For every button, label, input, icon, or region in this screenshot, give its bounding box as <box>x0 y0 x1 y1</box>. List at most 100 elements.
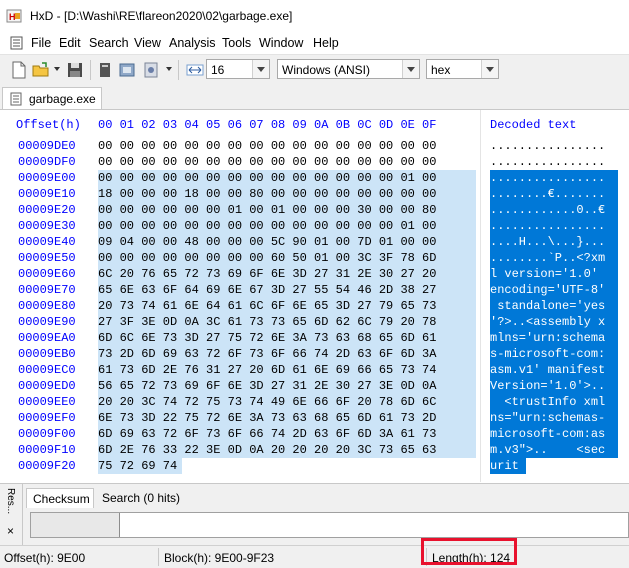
row-decoded-text[interactable]: ................ <box>490 154 618 170</box>
row-hex-bytes[interactable]: 18 00 00 00 18 00 00 80 00 00 00 00 00 0… <box>98 186 476 202</box>
tab-search-results[interactable]: Search (0 hits) <box>96 488 180 508</box>
row-decoded-text[interactable]: mlns='urn:schema <box>490 330 618 346</box>
hex-row[interactable]: 00009E20 00 00 00 00 00 00 01 00 01 00 00… <box>0 202 629 218</box>
row-decoded-text[interactable]: asm.v1' manifest <box>490 362 618 378</box>
menu-window[interactable]: Window <box>259 36 303 50</box>
row-decoded-text[interactable]: ns="urn:schemas- <box>490 410 618 426</box>
close-icon[interactable]: × <box>7 524 14 538</box>
row-offset: 00009E10 <box>18 187 76 201</box>
bytes-per-row-select[interactable]: 16 <box>206 59 270 79</box>
hex-row[interactable]: 00009E00 00 00 00 00 00 00 00 00 00 00 00… <box>0 170 629 186</box>
hex-row[interactable]: 00009EA0 6D 6C 6E 73 3D 27 75 72 6E 3A 73… <box>0 330 629 346</box>
row-decoded-text[interactable]: ................ <box>490 170 618 186</box>
row-hex-bytes[interactable]: 6E 73 3D 22 75 72 6E 3A 73 63 68 65 6D 6… <box>98 410 476 426</box>
hex-row[interactable]: 00009E10 18 00 00 00 18 00 00 80 00 00 00… <box>0 186 629 202</box>
row-decoded-text[interactable]: s-microsoft-com: <box>490 346 618 362</box>
hex-row[interactable]: 00009EE0 20 20 3C 74 72 75 73 74 49 6E 66… <box>0 394 629 410</box>
chevron-down-icon[interactable] <box>252 60 269 78</box>
disk-editor-icon[interactable] <box>96 61 114 79</box>
row-decoded-text[interactable]: ............0..€ <box>490 202 618 218</box>
row-hex-bytes[interactable]: 73 2D 6D 69 63 72 6F 73 6F 66 74 2D 63 6… <box>98 346 476 362</box>
row-hex-bytes[interactable]: 00 00 00 00 00 00 00 00 00 00 00 00 00 0… <box>98 138 476 154</box>
row-hex-bytes[interactable]: 27 3F 3E 0D 0A 3C 61 73 73 65 6D 62 6C 7… <box>98 314 476 330</box>
row-decoded-text[interactable]: <trustInfo xml <box>490 394 618 410</box>
row-decoded-text[interactable]: l version='1.0' <box>490 266 618 282</box>
hex-row[interactable]: 00009ED0 56 65 72 73 69 6F 6E 3D 27 31 2E… <box>0 378 629 394</box>
row-decoded-text[interactable]: ................ <box>490 138 618 154</box>
row-hex-bytes[interactable]: 00 00 00 00 00 00 00 00 60 50 01 00 3C 3… <box>98 250 476 266</box>
hex-row[interactable]: 00009DE0 00 00 00 00 00 00 00 00 00 00 00… <box>0 138 629 154</box>
menu-edit[interactable]: Edit <box>59 36 81 50</box>
row-decoded-text[interactable]: m.v3">.. <sec <box>490 442 618 458</box>
row-decoded-text[interactable]: ....H...\...}... <box>490 234 618 250</box>
hex-row[interactable]: 00009E80 20 73 74 61 6E 64 61 6C 6F 6E 65… <box>0 298 629 314</box>
menu-file[interactable]: File <box>31 36 51 50</box>
row-hex-bytes[interactable]: 6D 6C 6E 73 3D 27 75 72 6E 3A 73 63 68 6… <box>98 330 476 346</box>
charset-select[interactable]: Windows (ANSI) <box>277 59 420 79</box>
checksum-results-area[interactable] <box>30 512 629 538</box>
hex-row[interactable]: 00009E90 27 3F 3E 0D 0A 3C 61 73 73 65 6D… <box>0 314 629 330</box>
offset-base-select[interactable]: hex <box>426 59 499 79</box>
menu-view[interactable]: View <box>134 36 161 50</box>
menu-help[interactable]: Help <box>313 36 339 50</box>
row-decoded-text[interactable]: urit <box>490 458 526 474</box>
hex-row[interactable]: 00009EC0 61 73 6D 2E 76 31 27 20 6D 61 6E… <box>0 362 629 378</box>
tab-garbage-exe[interactable]: garbage.exe <box>2 87 102 109</box>
row-hex-bytes[interactable]: 00 00 00 00 00 00 00 00 00 00 00 00 00 0… <box>98 218 476 234</box>
hex-editor-view[interactable]: Offset(h) 00 01 02 03 04 05 06 07 08 09 … <box>0 110 629 482</box>
hex-row[interactable]: 00009F10 6D 2E 76 33 22 3E 0D 0A 20 20 20… <box>0 442 629 458</box>
row-decoded-text[interactable]: microsoft-com:as <box>490 426 618 442</box>
open-dropdown-icon[interactable] <box>54 67 60 71</box>
row-hex-bytes[interactable]: 20 20 3C 74 72 75 73 74 49 6E 66 6F 20 7… <box>98 394 476 410</box>
row-hex-bytes[interactable]: 09 04 00 00 48 00 00 00 5C 90 01 00 7D 0… <box>98 234 476 250</box>
row-decoded-text[interactable]: standalone='yes <box>490 298 618 314</box>
menu-search[interactable]: Search <box>89 36 129 50</box>
row-decoded-text[interactable]: ........€....... <box>490 186 618 202</box>
hex-row[interactable]: 00009E30 00 00 00 00 00 00 00 00 00 00 00… <box>0 218 629 234</box>
row-decoded-text[interactable]: ........`P..<?xm <box>490 250 618 266</box>
tab-checksum[interactable]: Checksum <box>26 488 94 508</box>
row-decoded-text[interactable]: encoding='UTF-8' <box>490 282 618 298</box>
open-folder-icon[interactable] <box>32 61 50 79</box>
results-side-tab[interactable]: Res... × <box>0 484 23 546</box>
row-decoded-text[interactable]: ................ <box>490 218 618 234</box>
hex-row[interactable]: 00009E40 09 04 00 00 48 00 00 00 5C 90 01… <box>0 234 629 250</box>
new-file-icon[interactable] <box>10 61 28 79</box>
row-decoded-text[interactable]: Version='1.0'>.. <box>490 378 618 394</box>
row-hex-bytes[interactable]: 65 6E 63 6F 64 69 6E 67 3D 27 55 54 46 2… <box>98 282 476 298</box>
hex-row[interactable]: 00009F20 75 72 69 74 urit <box>0 458 629 474</box>
hex-row[interactable]: 00009EB0 73 2D 6D 69 63 72 6F 73 6F 66 74… <box>0 346 629 362</box>
chevron-down-icon[interactable] <box>402 60 419 78</box>
hex-row[interactable]: 00009E70 65 6E 63 6F 64 69 6E 67 3D 27 55… <box>0 282 629 298</box>
row-hex-bytes[interactable]: 56 65 72 73 69 6F 6E 3D 27 31 2E 30 27 3… <box>98 378 476 394</box>
row-offset: 00009EE0 <box>18 395 76 409</box>
row-offset: 00009E40 <box>18 235 76 249</box>
row-hex-bytes[interactable]: 61 73 6D 2E 76 31 27 20 6D 61 6E 69 66 6… <box>98 362 476 378</box>
hex-row[interactable]: 00009E50 00 00 00 00 00 00 00 00 60 50 01… <box>0 250 629 266</box>
status-bar: Offset(h): 9E00 Block(h): 9E00-9F23 Leng… <box>0 545 629 568</box>
hex-row[interactable]: 00009F00 6D 69 63 72 6F 73 6F 66 74 2D 63… <box>0 426 629 442</box>
row-offset: 00009F10 <box>18 443 76 457</box>
row-decoded-text[interactable]: '?>..<assembly x <box>490 314 618 330</box>
hex-row[interactable]: 00009DF0 00 00 00 00 00 00 00 00 00 00 00… <box>0 154 629 170</box>
menu-tools[interactable]: Tools <box>222 36 251 50</box>
row-hex-bytes[interactable]: 00 00 00 00 00 00 01 00 01 00 00 00 30 0… <box>98 202 476 218</box>
hex-row[interactable]: 00009E60 6C 20 76 65 72 73 69 6F 6E 3D 27… <box>0 266 629 282</box>
row-hex-bytes[interactable]: 00 00 00 00 00 00 00 00 00 00 00 00 00 0… <box>98 170 476 186</box>
row-hex-bytes[interactable]: 00 00 00 00 00 00 00 00 00 00 00 00 00 0… <box>98 154 476 170</box>
row-hex-bytes[interactable]: 6D 2E 76 33 22 3E 0D 0A 20 20 20 20 3C 7… <box>98 442 476 458</box>
document-menu-icon[interactable] <box>10 36 24 50</box>
disk-dropdown-icon[interactable] <box>166 67 172 71</box>
chevron-down-icon[interactable] <box>481 60 498 78</box>
ram-editor-icon[interactable] <box>118 61 136 79</box>
hex-row[interactable]: 00009EF0 6E 73 3D 22 75 72 6E 3A 73 63 68… <box>0 410 629 426</box>
row-hex-bytes[interactable]: 6D 69 63 72 6F 73 6F 66 74 2D 63 6F 6D 3… <box>98 426 476 442</box>
save-icon[interactable] <box>66 61 84 79</box>
bytes-per-row-icon <box>186 64 204 76</box>
open-disk-image-icon[interactable] <box>142 61 160 79</box>
row-hex-bytes[interactable]: 20 73 74 61 6E 64 61 6C 6F 6E 65 3D 27 7… <box>98 298 476 314</box>
row-hex-bytes[interactable]: 6C 20 76 65 72 73 69 6F 6E 3D 27 31 2E 3… <box>98 266 476 282</box>
row-offset: 00009EF0 <box>18 411 76 425</box>
menu-analysis[interactable]: Analysis <box>169 36 216 50</box>
row-hex-bytes[interactable]: 75 72 69 74 <box>98 458 182 474</box>
